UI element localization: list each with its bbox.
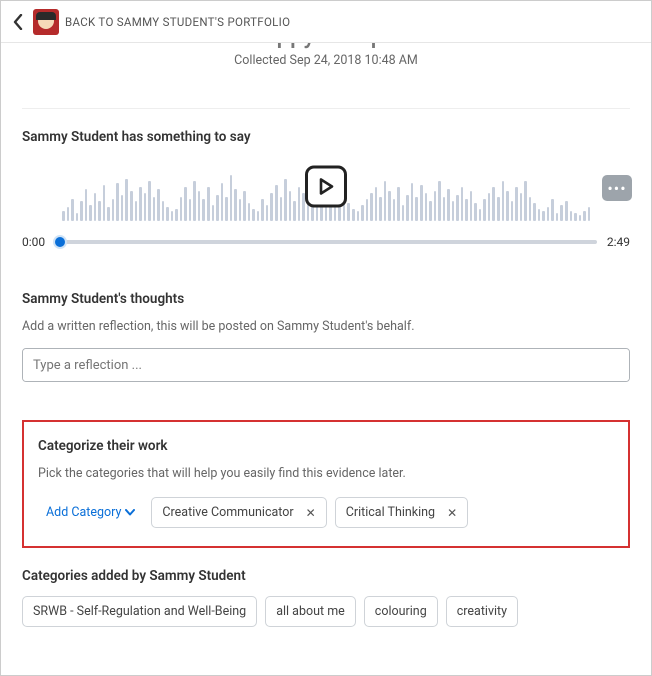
- page-title: Happy Camper: [22, 43, 630, 49]
- categorize-heading: Categorize their work: [38, 438, 614, 454]
- audio-heading: Sammy Student has something to say: [22, 129, 630, 145]
- back-link[interactable]: BACK TO SAMMY STUDENT'S PORTFOLIO: [65, 15, 290, 29]
- chevron-down-icon: [125, 509, 135, 516]
- collected-timestamp: Collected Sep 24, 2018 10:48 AM: [22, 53, 630, 68]
- thoughts-helper: Add a written reflection, this will be p…: [22, 319, 630, 334]
- audio-scrubber[interactable]: [55, 240, 597, 244]
- category-chip-label: Creative Communicator: [162, 505, 293, 520]
- student-categories-heading: Categories added by Sammy Student: [22, 568, 630, 584]
- audio-time-start: 0:00: [22, 235, 45, 249]
- add-category-label: Add Category: [46, 505, 121, 520]
- remove-category-icon[interactable]: ✕: [447, 507, 457, 519]
- categorize-highlight-box: Categorize their work Pick the categorie…: [22, 420, 630, 548]
- category-chip[interactable]: Critical Thinking ✕: [335, 497, 468, 528]
- back-chevron[interactable]: [9, 7, 27, 37]
- audio-time-end: 2:49: [607, 235, 630, 249]
- category-chip[interactable]: Creative Communicator ✕: [151, 497, 326, 528]
- avatar: [33, 9, 59, 35]
- remove-category-icon[interactable]: ✕: [306, 507, 316, 519]
- play-button[interactable]: [305, 165, 347, 207]
- category-chip-label: Critical Thinking: [346, 505, 435, 520]
- add-category-button[interactable]: Add Category: [38, 499, 143, 526]
- student-category-chip: creativity: [446, 596, 518, 627]
- audio-scrubber-thumb[interactable]: [53, 235, 67, 249]
- student-category-chip: SRWB - Self-Regulation and Well-Being: [22, 596, 257, 627]
- student-category-chip: colouring: [364, 596, 438, 627]
- reflection-input[interactable]: [22, 348, 630, 382]
- audio-waveform: [22, 157, 630, 221]
- categorize-helper: Pick the categories that will help you e…: [38, 466, 614, 481]
- divider: [22, 108, 630, 109]
- student-category-chip: all about me: [265, 596, 356, 627]
- thoughts-heading: Sammy Student's thoughts: [22, 291, 630, 307]
